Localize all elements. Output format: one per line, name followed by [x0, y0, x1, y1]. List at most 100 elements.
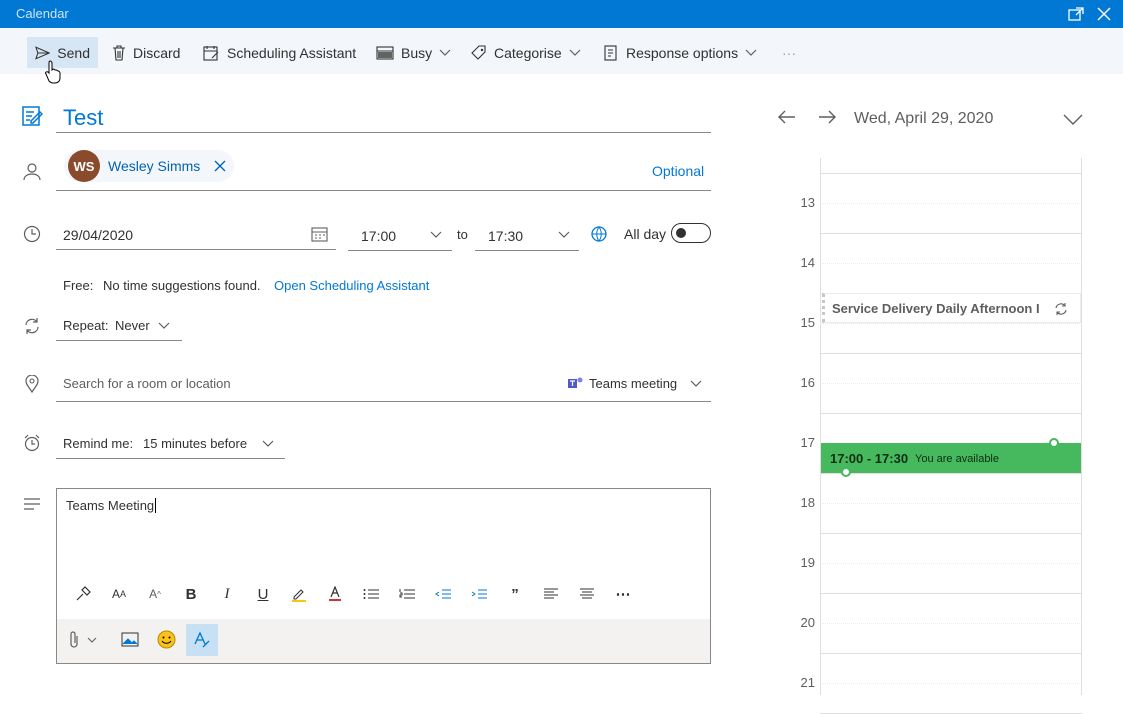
- trash-icon: [113, 44, 125, 61]
- event-title-input[interactable]: Test: [63, 105, 103, 131]
- arrow-left-icon[interactable]: [778, 110, 796, 124]
- more-options-button[interactable]: ···: [774, 37, 804, 68]
- bullets-icon[interactable]: [353, 579, 389, 609]
- location-underline: [56, 401, 711, 402]
- body-text[interactable]: Teams Meeting: [66, 498, 157, 513]
- categorise-dropdown[interactable]: Categorise: [463, 37, 589, 68]
- chevron-down-icon[interactable]: [158, 322, 170, 330]
- date-underline: [56, 249, 336, 250]
- italic-icon[interactable]: I: [209, 579, 245, 609]
- repeat-select[interactable]: Never: [115, 318, 150, 333]
- teams-icon: [568, 377, 583, 388]
- alarm-clock-icon: [20, 431, 44, 455]
- hour-label: 14: [800, 255, 815, 270]
- attach-icon[interactable]: [69, 631, 99, 654]
- message-body-editor[interactable]: Teams Meeting AA A ^ B I U ” ⋯: [56, 488, 711, 664]
- bold-icon[interactable]: B: [173, 579, 209, 609]
- hour-label: 18: [800, 495, 815, 510]
- attendee-name: Wesley Simms: [108, 158, 201, 174]
- hour-line: [820, 533, 1082, 534]
- increase-indent-icon[interactable]: [461, 579, 497, 609]
- location-input[interactable]: Search for a room or location: [63, 376, 231, 391]
- format-painter-icon[interactable]: [65, 579, 101, 609]
- font-size-increase-icon[interactable]: A ^: [137, 579, 173, 609]
- open-scheduling-assistant-link[interactable]: Open Scheduling Assistant: [274, 278, 429, 293]
- time-suggestions-message: No time suggestions found.: [103, 278, 261, 293]
- arrow-right-icon[interactable]: [818, 110, 836, 124]
- response-options-label: Response options: [626, 44, 739, 61]
- response-options-icon: [604, 44, 617, 61]
- person-icon: [20, 160, 44, 184]
- resize-handle-bottom[interactable]: [841, 467, 851, 477]
- scheduling-assistant-button[interactable]: Scheduling Assistant: [195, 37, 364, 68]
- chevron-down-icon: [745, 49, 757, 56]
- image-icon[interactable]: [121, 632, 139, 652]
- attendee-chip[interactable]: WS Wesley Simms: [64, 150, 234, 182]
- edit-icon: [20, 104, 44, 128]
- numbering-icon[interactable]: [389, 579, 425, 609]
- discard-label: Discard: [133, 44, 181, 61]
- new-event-block[interactable]: 17:00 - 17:30 You are available: [821, 438, 1081, 477]
- close-icon[interactable]: [1094, 4, 1114, 24]
- underline-icon[interactable]: U: [245, 579, 281, 609]
- busy-icon: [376, 45, 394, 60]
- response-options-dropdown[interactable]: Response options: [595, 37, 765, 68]
- remove-attendee-icon[interactable]: [214, 160, 226, 172]
- chevron-down-icon[interactable]: [690, 380, 702, 388]
- busy-dropdown[interactable]: Busy: [368, 37, 459, 68]
- existing-event-block[interactable]: Service Delivery Daily Afternoon I: [822, 293, 1081, 323]
- calendar-date-header: Wed, April 29, 2020: [854, 110, 994, 127]
- time-zone-icon[interactable]: [590, 225, 608, 243]
- send-label: Send: [57, 44, 90, 61]
- popout-icon[interactable]: [1066, 4, 1086, 24]
- hour-line: [820, 173, 1082, 174]
- calendar-icon[interactable]: [311, 226, 328, 242]
- font-size-decrease-icon[interactable]: AA: [101, 579, 137, 609]
- scrollbar[interactable]: [1112, 100, 1123, 620]
- chevron-down-icon[interactable]: [262, 440, 274, 448]
- all-day-toggle[interactable]: [671, 223, 711, 243]
- scheduling-icon: [203, 45, 219, 61]
- chevron-down-icon: [569, 49, 581, 56]
- hour-line: [820, 413, 1082, 414]
- remind-label: Remind me:: [63, 436, 134, 451]
- hour-label: 15: [800, 315, 815, 330]
- teams-meeting-dropdown[interactable]: Teams meeting: [589, 376, 677, 391]
- reminder-select[interactable]: 15 minutes before: [143, 436, 247, 451]
- decrease-indent-icon[interactable]: [425, 579, 461, 609]
- highlight-icon[interactable]: [281, 579, 317, 609]
- editor-icon[interactable]: [186, 624, 218, 656]
- busy-label: Busy: [401, 44, 433, 61]
- font-color-icon[interactable]: [317, 579, 353, 609]
- chevron-down-icon[interactable]: [430, 231, 442, 239]
- hour-label: 16: [800, 375, 815, 390]
- resize-handle-top[interactable]: [1049, 438, 1059, 448]
- clock-icon: [20, 222, 44, 246]
- align-left-icon[interactable]: [533, 579, 569, 609]
- hour-line: [820, 233, 1082, 234]
- half-hour-line: [820, 683, 1082, 684]
- chevron-down-icon[interactable]: [1063, 114, 1083, 126]
- align-center-icon[interactable]: [569, 579, 605, 609]
- date-input[interactable]: 29/04/2020: [63, 227, 133, 243]
- quote-icon[interactable]: ”: [497, 579, 533, 609]
- attendee-underline: [56, 190, 711, 191]
- chevron-down-icon[interactable]: [558, 231, 570, 239]
- end-time-select[interactable]: 17:30: [488, 228, 523, 244]
- hour-line: [820, 593, 1082, 594]
- categorise-label: Categorise: [494, 44, 562, 61]
- more-formatting-icon[interactable]: ⋯: [605, 579, 641, 609]
- send-button[interactable]: Send: [27, 37, 98, 68]
- hour-line: [820, 473, 1082, 474]
- recurring-icon: [1055, 303, 1067, 315]
- start-time-select[interactable]: 17:00: [361, 228, 396, 244]
- hour-line: [820, 653, 1082, 654]
- day-grid: [820, 158, 1082, 695]
- title-underline: [56, 132, 711, 133]
- optional-link[interactable]: Optional: [652, 163, 704, 179]
- hour-line: [820, 353, 1082, 354]
- discard-button[interactable]: Discard: [104, 37, 188, 68]
- emoji-icon[interactable]: [157, 630, 176, 654]
- end-underline: [475, 250, 579, 251]
- more-label: ···: [782, 44, 796, 61]
